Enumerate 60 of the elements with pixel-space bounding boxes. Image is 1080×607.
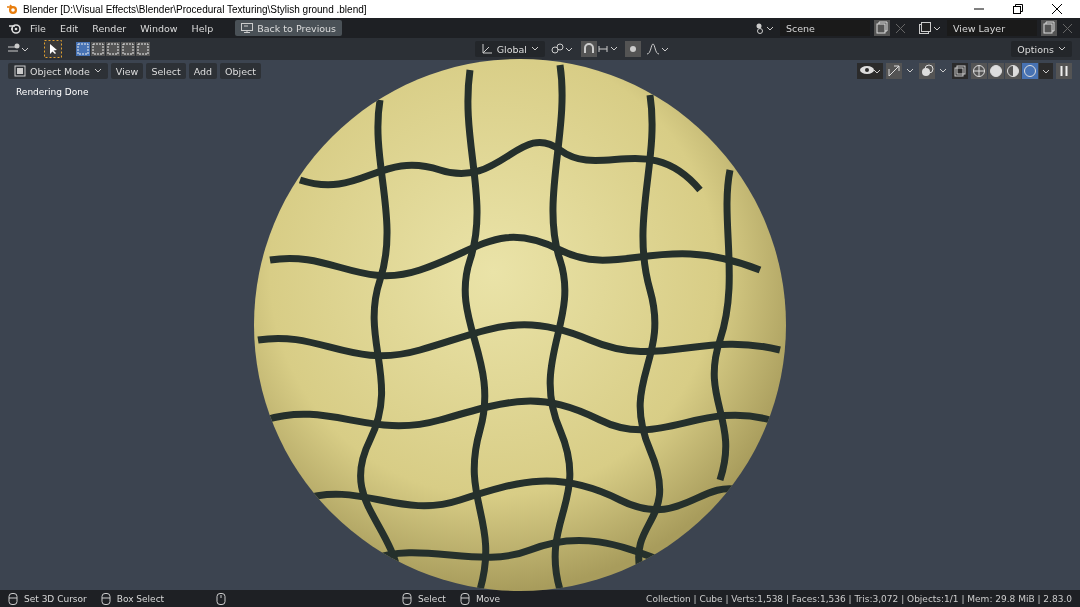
select-tool-icon[interactable]	[44, 40, 62, 58]
keymap-hint: Move	[475, 593, 500, 604]
back-to-previous-button[interactable]: Back to Previous	[235, 20, 343, 36]
scene-statistics: Collection | Cube | Verts:1,538 | Faces:1,536 | Tris:3,072 | Objects:1/1 | Mem: 29.8 MiB | 2.83.0	[646, 593, 1072, 604]
menu-item[interactable]: Edit	[53, 20, 85, 36]
selection-mode-icon[interactable]	[121, 42, 135, 56]
window-title: Blender [D:\Visual Effects\Blender\Procedural Texturing\Stylish ground .blend]	[23, 3, 367, 15]
overlays-icon[interactable]	[919, 63, 949, 79]
object-mode-dropdown[interactable]: Object Mode	[8, 63, 108, 79]
snap-icon[interactable]	[581, 41, 619, 57]
keymap-hint: Select	[418, 593, 446, 604]
pause-icon[interactable]	[1056, 63, 1072, 79]
cube-icon	[14, 65, 26, 77]
menu-item[interactable]: File	[24, 20, 52, 36]
selection-mode-icon[interactable]	[91, 42, 105, 56]
shading-mode-icon[interactable]	[971, 63, 987, 79]
link-icon[interactable]	[551, 43, 575, 55]
axes-icon	[480, 43, 493, 55]
keymap-hint: Set 3D Cursor	[24, 593, 87, 604]
mouse-icon	[8, 592, 18, 605]
options-dropdown[interactable]: Options	[1011, 41, 1072, 57]
xray-icon[interactable]	[952, 63, 968, 79]
chevron-down-icon	[1058, 46, 1066, 52]
copy-icon[interactable]	[1041, 20, 1057, 36]
keymap-hint: Box Select	[116, 593, 165, 604]
viewport-menu-item[interactable]: View	[110, 63, 144, 79]
scene-icon[interactable]	[754, 22, 774, 34]
screen-icon	[241, 23, 254, 33]
menu-item[interactable]: Render	[86, 20, 133, 36]
restore-icon[interactable]	[1013, 4, 1023, 14]
scene-field[interactable]: Scene	[780, 20, 870, 36]
render-status-text: Rendering Done	[16, 87, 89, 97]
falloff-curve-icon[interactable]	[647, 43, 671, 55]
mouse-icon	[402, 592, 413, 605]
gizmo-icon[interactable]	[886, 63, 916, 79]
blender-logo-icon	[6, 3, 18, 15]
viewport-menu-item[interactable]: Object	[220, 63, 262, 79]
menu-item[interactable]: Help	[185, 20, 220, 36]
view-layer-field[interactable]: View Layer	[947, 20, 1037, 36]
menu-item[interactable]: Window	[134, 20, 184, 36]
blender-logo-icon[interactable]	[8, 22, 22, 34]
close-icon[interactable]	[1052, 4, 1062, 14]
mouse-icon	[100, 592, 111, 605]
copy-icon[interactable]	[874, 20, 890, 36]
selection-mode-icon[interactable]	[136, 42, 150, 56]
mouse-icon	[459, 592, 470, 605]
visibility-eye-icon[interactable]	[857, 63, 883, 79]
viewport-menu-item[interactable]: Select	[146, 63, 186, 79]
image-stack-icon[interactable]	[919, 22, 941, 34]
selection-mode-icon[interactable]	[106, 42, 120, 56]
shading-mode-icon[interactable]	[1005, 63, 1021, 79]
chevron-down-icon	[93, 68, 102, 74]
mouse-icon	[216, 592, 227, 605]
transform-pivot-icon[interactable]	[8, 43, 30, 55]
chevron-down-icon	[531, 46, 539, 52]
shading-mode-icon[interactable]	[988, 63, 1004, 79]
viewport-menu-item[interactable]: Add	[188, 63, 218, 79]
transform-orientation-dropdown[interactable]: Global	[474, 41, 545, 57]
proportional-editing-icon[interactable]	[625, 41, 641, 57]
chevron-down-icon[interactable]	[1039, 63, 1053, 79]
